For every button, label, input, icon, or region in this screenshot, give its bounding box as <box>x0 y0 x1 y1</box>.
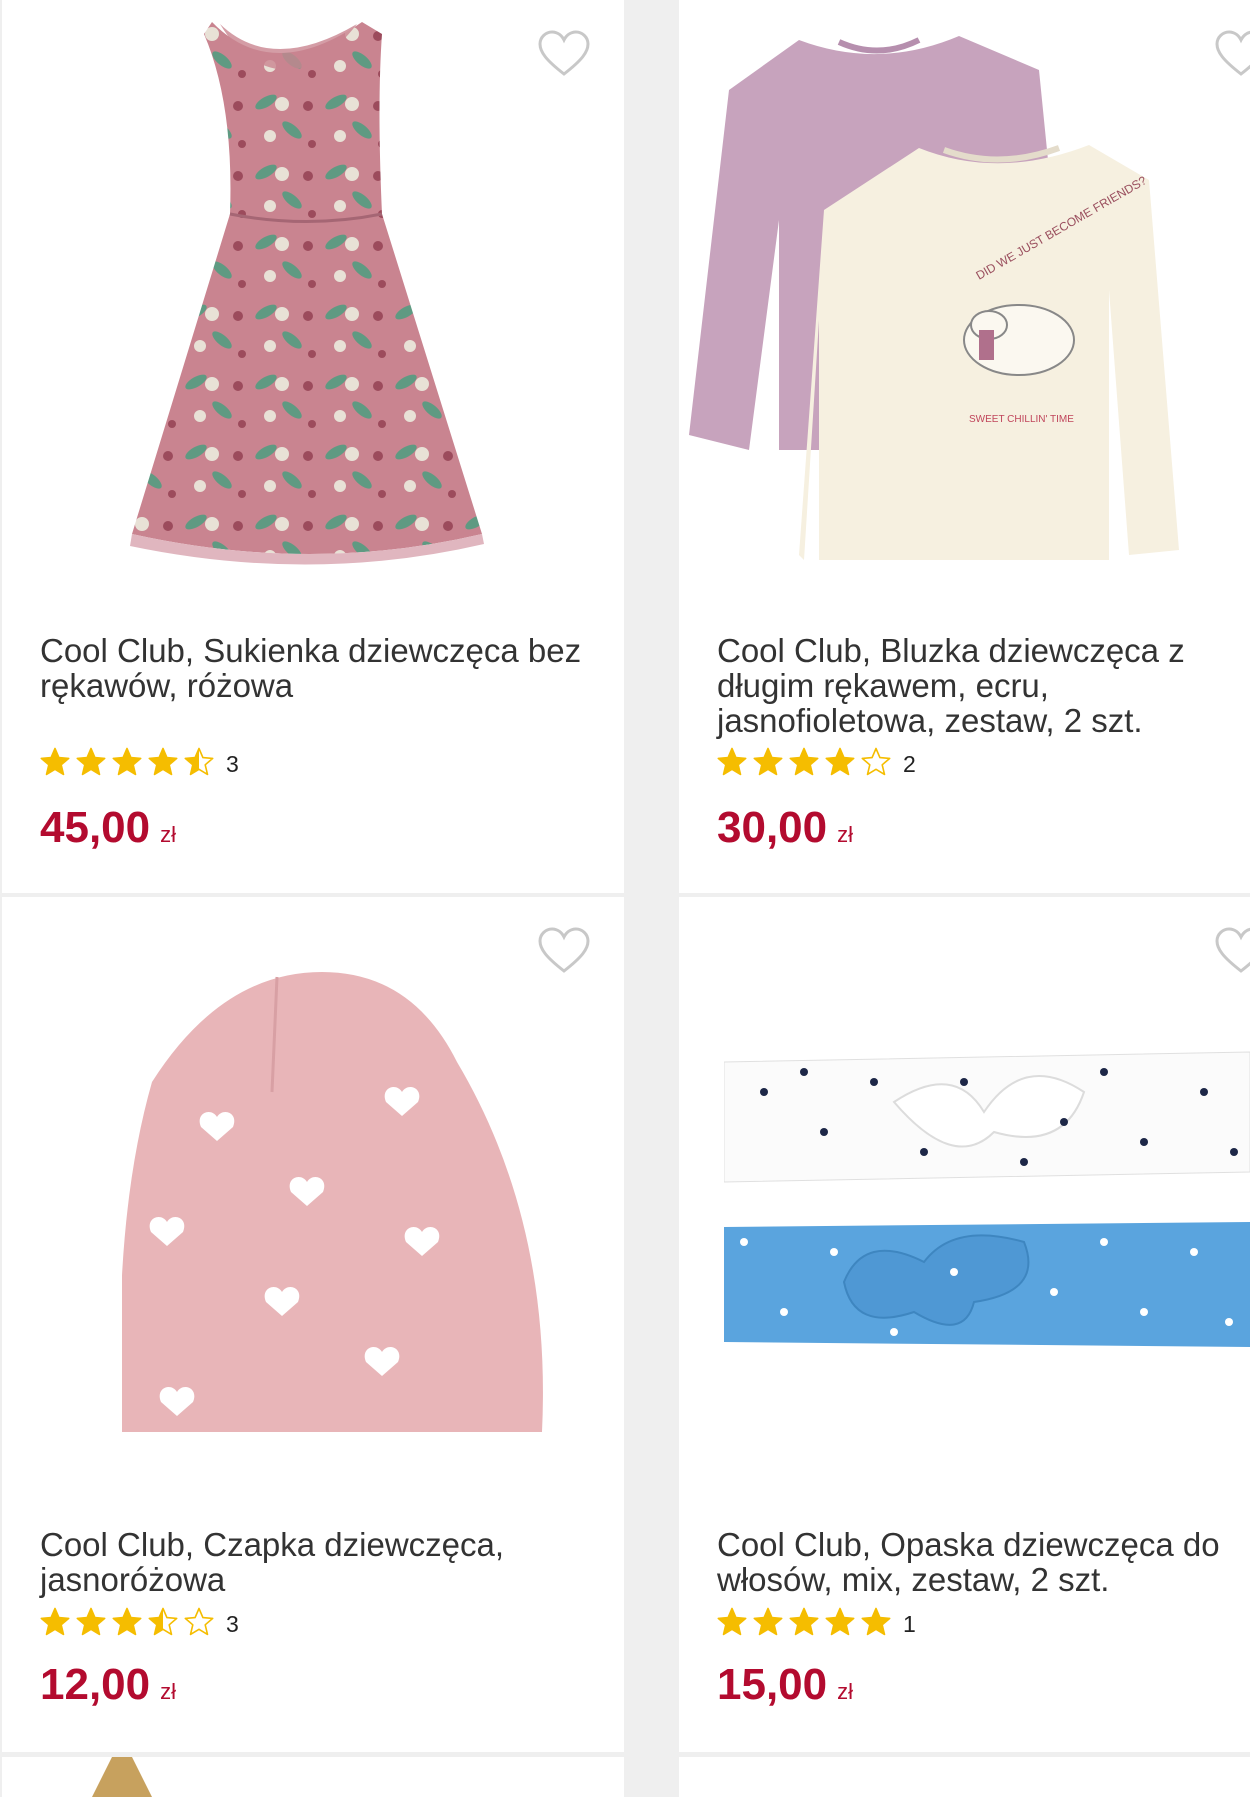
product-image[interactable]: DID WE JUST BECOME FRIENDS? SWEET CHILLI… <box>689 30 1249 570</box>
star-full-icon <box>148 747 178 776</box>
product-image[interactable] <box>724 1042 1250 1372</box>
star-rating: 3 <box>40 1607 239 1641</box>
product-card[interactable]: DID WE JUST BECOME FRIENDS? SWEET CHILLI… <box>679 0 1250 893</box>
rating-count: 2 <box>903 750 916 777</box>
star-full-icon <box>40 747 70 776</box>
price-amount: 12,00 <box>40 1660 151 1709</box>
star-rating: 1 <box>717 1607 916 1641</box>
price-currency: zł <box>160 1679 176 1704</box>
product-price: 45,00 zł <box>40 803 176 853</box>
star-full-icon <box>76 747 106 776</box>
product-price: 15,00 zł <box>717 1660 853 1710</box>
star-full-icon <box>789 1607 819 1636</box>
price-amount: 30,00 <box>717 803 828 852</box>
star-full-icon <box>76 1607 106 1636</box>
price-currency: zł <box>160 822 176 847</box>
product-price: 30,00 zł <box>717 803 853 853</box>
product-title[interactable]: Cool Club, Sukienka dziewczęca bez rękaw… <box>40 633 604 703</box>
star-full-icon <box>717 747 747 776</box>
product-title[interactable]: Cool Club, Opaska dziewczęca do włosów, … <box>717 1527 1250 1597</box>
product-card[interactable] <box>679 1757 1250 1797</box>
star-full-icon <box>789 747 819 776</box>
product-card[interactable]: Cool Club, Sukienka dziewczęca bez rękaw… <box>2 0 624 893</box>
star-half-icon <box>148 1607 178 1636</box>
star-rating: 2 <box>717 747 916 781</box>
rating-count: 3 <box>226 750 239 777</box>
star-full-icon <box>40 1607 70 1636</box>
star-full-icon <box>753 747 783 776</box>
star-full-icon <box>112 1607 142 1636</box>
heart-outline-icon[interactable] <box>1215 30 1250 78</box>
star-full-icon <box>861 1607 891 1636</box>
product-title[interactable]: Cool Club, Bluzka dziewczęca z długim rę… <box>717 633 1250 738</box>
star-full-icon <box>825 747 855 776</box>
star-empty-icon <box>184 1607 214 1636</box>
product-image[interactable] <box>112 14 512 614</box>
rating-count: 1 <box>903 1610 916 1637</box>
price-amount: 15,00 <box>717 1660 828 1709</box>
product-image-partial[interactable] <box>62 1757 182 1797</box>
star-full-icon <box>112 747 142 776</box>
product-card[interactable]: Cool Club, Czapka dziewczęca, jasnoróżow… <box>2 897 624 1752</box>
price-amount: 45,00 <box>40 803 151 852</box>
print-subtext: SWEET CHILLIN' TIME <box>969 414 1074 425</box>
star-full-icon <box>825 1607 855 1636</box>
price-currency: zł <box>837 822 853 847</box>
product-card[interactable]: Cool Club, Opaska dziewczęca do włosów, … <box>679 897 1250 1752</box>
star-half-icon <box>184 747 214 776</box>
heart-outline-icon[interactable] <box>538 927 590 975</box>
price-currency: zł <box>837 1679 853 1704</box>
star-full-icon <box>753 1607 783 1636</box>
star-full-icon <box>717 1607 747 1636</box>
product-price: 12,00 zł <box>40 1660 176 1710</box>
product-card[interactable] <box>2 1757 624 1797</box>
star-empty-icon <box>861 747 891 776</box>
star-rating: 3 <box>40 747 239 781</box>
product-title[interactable]: Cool Club, Czapka dziewczęca, jasnoróżow… <box>40 1527 604 1597</box>
heart-outline-icon[interactable] <box>538 30 590 78</box>
product-image[interactable] <box>122 972 552 1432</box>
heart-outline-icon[interactable] <box>1215 927 1250 975</box>
rating-count: 3 <box>226 1610 239 1637</box>
